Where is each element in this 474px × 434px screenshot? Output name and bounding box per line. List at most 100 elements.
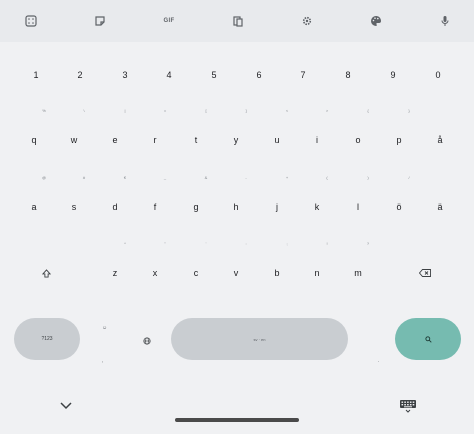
symbols-key[interactable]: ?123 xyxy=(14,318,80,360)
key-hint: ' xyxy=(205,241,207,246)
key-hint: ) xyxy=(367,175,369,180)
settings-button[interactable] xyxy=(290,4,324,38)
key-w[interactable]: w \ xyxy=(54,108,94,170)
key-o[interactable]: o{ xyxy=(338,108,378,170)
key-s[interactable]: s # xyxy=(54,175,94,237)
sticker-button[interactable] xyxy=(83,4,117,38)
key-y[interactable]: y] xyxy=(216,108,256,170)
key-i[interactable]: i > xyxy=(297,108,337,170)
key-9[interactable]: 9 xyxy=(373,45,413,105)
key-d[interactable]: d € xyxy=(95,175,135,237)
key-a-umlaut[interactable]: ä xyxy=(420,177,460,237)
key-4[interactable]: 4 xyxy=(149,45,189,105)
search-icon xyxy=(424,335,432,343)
key-label: f xyxy=(153,202,157,212)
key-a-ring[interactable]: å xyxy=(420,110,460,170)
key-label: p xyxy=(396,135,402,145)
switch-keyboard-button[interactable] xyxy=(396,396,420,416)
key-6[interactable]: 6 xyxy=(239,45,279,105)
sticker-icon xyxy=(95,16,105,26)
key-0[interactable]: 0 xyxy=(418,45,458,105)
navigation-area xyxy=(0,392,474,434)
key-2[interactable]: 2 xyxy=(60,45,100,105)
clipboard-button[interactable] xyxy=(221,4,255,38)
key-label: 2 xyxy=(77,70,83,80)
key-x[interactable]: x " xyxy=(135,241,175,303)
gif-button[interactable]: GIF xyxy=(152,4,186,38)
key-k[interactable]: k( xyxy=(297,175,337,237)
key-hint: _ xyxy=(163,175,167,180)
key-c[interactable]: c ' xyxy=(176,241,216,303)
search-action-key[interactable] xyxy=(395,318,461,360)
key-hint: > xyxy=(325,108,329,113)
language-switch-key[interactable] xyxy=(138,332,156,350)
key-hint: = xyxy=(163,108,167,113)
key-z[interactable]: z * xyxy=(95,241,135,303)
key-hint: < xyxy=(285,108,289,113)
period-key[interactable]: . xyxy=(370,318,390,364)
key-g[interactable]: g & xyxy=(176,175,216,237)
key-label: å xyxy=(437,135,443,145)
key-hint: [ xyxy=(205,108,207,113)
gear-icon xyxy=(302,16,312,26)
key-o-umlaut[interactable]: ö / xyxy=(379,175,419,237)
key-h[interactable]: h- xyxy=(216,175,256,237)
key-5[interactable]: 5 xyxy=(194,45,234,105)
key-hint: : xyxy=(245,241,247,246)
shift-key[interactable] xyxy=(26,243,66,303)
emoji-grid-button[interactable] xyxy=(14,4,48,38)
key-1[interactable]: 1 xyxy=(16,45,56,105)
key-hint: * xyxy=(124,241,126,246)
key-label: g xyxy=(193,202,199,212)
key-3[interactable]: 3 xyxy=(105,45,145,105)
gesture-home-bar[interactable] xyxy=(175,418,299,422)
key-j[interactable]: j + xyxy=(257,175,297,237)
key-u[interactable]: u < xyxy=(257,108,297,170)
chevron-down-icon xyxy=(60,402,72,410)
key-e[interactable]: e | xyxy=(95,108,135,170)
key-hint: \ xyxy=(83,108,85,113)
symbols-label: ?123 xyxy=(41,336,53,342)
key-label: o xyxy=(355,135,361,145)
letter-row-top: q% w \ e | r = t[ y] u < i > o{ p} å xyxy=(0,108,474,170)
space-key[interactable]: sv · en xyxy=(171,318,348,360)
key-r[interactable]: r = xyxy=(135,108,175,170)
mic-icon xyxy=(441,16,449,26)
key-7[interactable]: 7 xyxy=(283,45,323,105)
theme-button[interactable] xyxy=(359,4,393,38)
hide-keyboard-button[interactable] xyxy=(56,396,76,416)
key-a[interactable]: a @ xyxy=(14,175,54,237)
gif-label: GIF xyxy=(163,18,175,24)
key-hint: } xyxy=(408,108,410,113)
key-f[interactable]: f _ xyxy=(135,175,175,237)
key-hint: ! xyxy=(326,241,328,246)
voice-input-button[interactable] xyxy=(428,4,462,38)
key-label: s xyxy=(71,202,77,212)
key-hint: { xyxy=(367,108,369,113)
key-p[interactable]: p} xyxy=(379,108,419,170)
key-b[interactable]: b; xyxy=(257,241,297,303)
space-language-label: sv · en xyxy=(253,336,266,342)
key-m[interactable]: m? xyxy=(338,241,378,303)
key-label: 6 xyxy=(256,70,262,80)
key-8[interactable]: 8 xyxy=(328,45,368,105)
comma-key[interactable]: ☺ , xyxy=(92,318,116,364)
key-n[interactable]: n! xyxy=(297,241,337,303)
grid-icon xyxy=(25,15,37,27)
key-l[interactable]: l) xyxy=(338,175,378,237)
key-hint: - xyxy=(245,175,247,180)
key-v[interactable]: v: xyxy=(216,241,256,303)
key-t[interactable]: t[ xyxy=(176,108,216,170)
backspace-icon xyxy=(419,269,431,277)
key-hint: ? xyxy=(366,241,370,246)
key-hint: ( xyxy=(326,175,328,180)
key-label: e xyxy=(112,135,118,145)
comma-label: , xyxy=(102,358,104,364)
key-hint: & xyxy=(204,175,208,180)
key-hint: " xyxy=(164,241,166,246)
letter-row-bottom: z * x " c ' v: b; n! m? xyxy=(0,241,474,303)
key-hint: ; xyxy=(286,241,288,246)
key-q[interactable]: q% xyxy=(14,108,54,170)
backspace-key[interactable] xyxy=(405,243,445,303)
key-hint: + xyxy=(285,175,289,180)
